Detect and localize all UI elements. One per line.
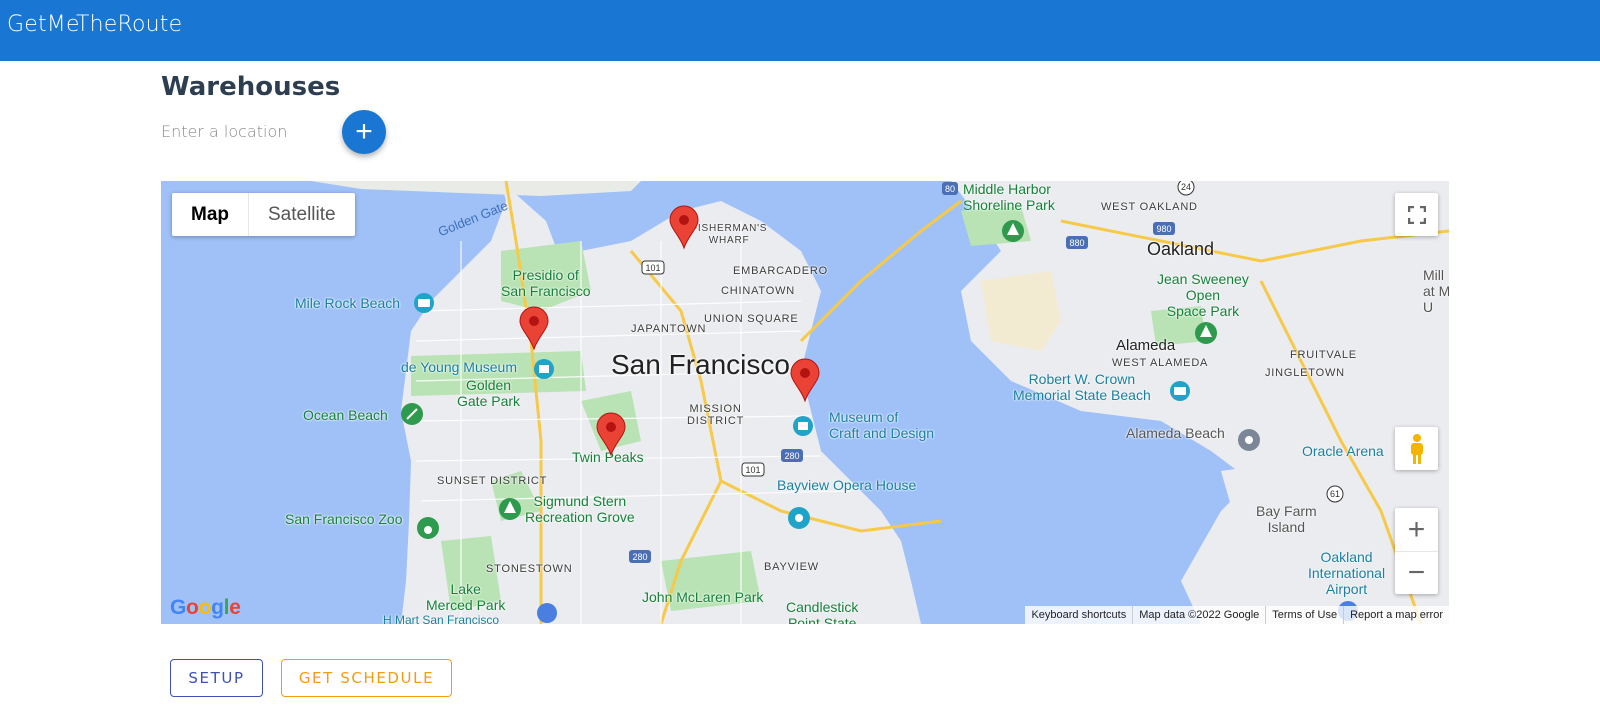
setup-button[interactable]: SETUP [170, 659, 263, 697]
map-type-control: Map Satellite [172, 193, 355, 236]
add-location-button[interactable]: + [342, 110, 386, 154]
map-type-satellite-button[interactable]: Satellite [249, 193, 355, 236]
warehouse-marker-icon [790, 358, 820, 403]
warehouse-marker-icon [596, 412, 626, 457]
warehouse-marker-icon [669, 205, 699, 250]
warehouse-marker-icon [519, 306, 549, 351]
fullscreen-icon [1407, 205, 1426, 224]
map-data-text: Map data ©2022 Google [1132, 606, 1265, 624]
app-title: GetMeTheRoute [7, 12, 183, 37]
markers-layer[interactable] [161, 181, 1449, 624]
pegman-icon [1410, 433, 1423, 464]
plus-icon: + [355, 115, 373, 148]
street-view-button[interactable] [1395, 427, 1438, 470]
get-schedule-button[interactable]: GET SCHEDULE [281, 659, 452, 697]
zoom-in-button[interactable]: + [1395, 508, 1438, 552]
app-bar: GetMeTheRoute [0, 0, 1600, 61]
map-attribution: Keyboard shortcuts Map data ©2022 Google… [1025, 606, 1449, 624]
google-logo: Google [170, 596, 241, 619]
zoom-out-button[interactable]: − [1395, 552, 1438, 594]
report-map-error-link[interactable]: Report a map error [1343, 606, 1449, 624]
fullscreen-button[interactable] [1395, 193, 1438, 236]
keyboard-shortcuts-link[interactable]: Keyboard shortcuts [1025, 606, 1132, 624]
location-input[interactable] [161, 116, 331, 146]
terms-of-use-link[interactable]: Terms of Use [1265, 606, 1343, 624]
zoom-control: + − [1395, 508, 1438, 594]
map[interactable]: Golden Gate Middle Harbor Shoreline Park… [161, 181, 1449, 624]
map-type-map-button[interactable]: Map [172, 193, 249, 236]
page-title: Warehouses [161, 72, 341, 102]
